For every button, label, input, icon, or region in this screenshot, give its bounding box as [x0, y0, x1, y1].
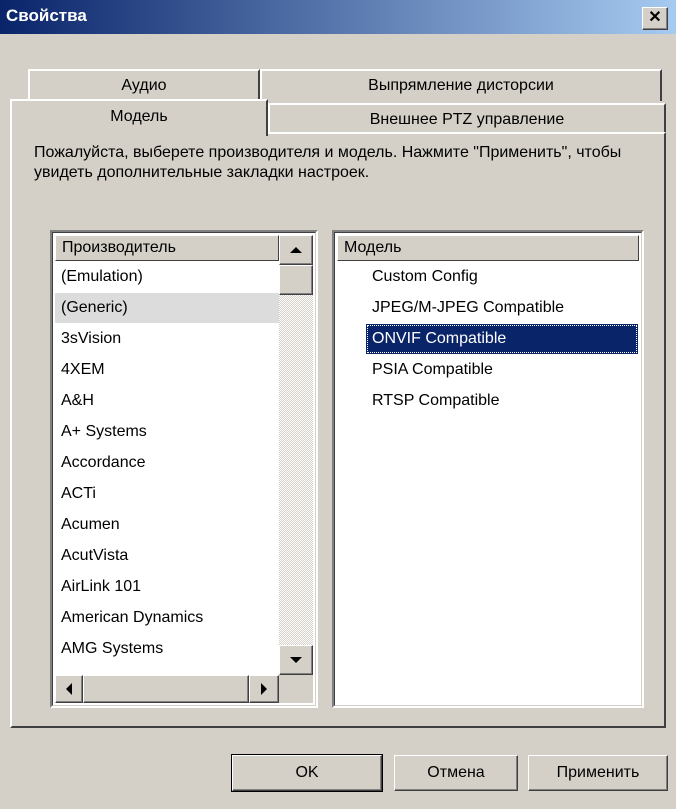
arrow-right-icon — [261, 683, 267, 695]
manufacturer-item[interactable]: AMG Systems — [55, 634, 279, 664]
tab-model-label: Модель — [110, 108, 168, 125]
arrow-down-icon — [290, 657, 302, 663]
cancel-button[interactable]: Отмена — [394, 755, 518, 791]
manufacturer-item[interactable]: American Dynamics — [55, 603, 279, 633]
tab-distortion-correction-label: Выпрямление дисторсии — [368, 77, 554, 94]
scroll-up-button[interactable] — [279, 235, 313, 265]
model-item[interactable]: RTSP Compatible — [366, 386, 638, 416]
model-item[interactable]: Custom Config — [366, 262, 638, 292]
tab-audio[interactable]: Аудио — [28, 69, 260, 101]
manufacturer-item[interactable]: Acumen — [55, 510, 279, 540]
window-title: Свойства — [6, 6, 87, 25]
scroll-right-button[interactable] — [249, 675, 279, 703]
model-column-header[interactable]: Модель — [337, 235, 639, 261]
close-button[interactable]: ✕ — [642, 7, 668, 30]
model-item[interactable]: JPEG/M-JPEG Compatible — [366, 293, 638, 323]
tab-external-ptz[interactable]: Внешнее PTZ управление — [268, 103, 666, 134]
manufacturer-item[interactable]: AirLink 101 — [55, 572, 279, 602]
apply-button[interactable]: Применить — [528, 755, 668, 791]
manufacturer-item[interactable]: AcutVista — [55, 541, 279, 571]
tab-distortion-correction[interactable]: Выпрямление дисторсии — [260, 69, 662, 101]
tab-external-ptz-label: Внешнее PTZ управление — [369, 111, 565, 128]
model-item[interactable]: PSIA Compatible — [366, 355, 638, 385]
manufacturer-item[interactable]: ACTi — [55, 479, 279, 509]
vertical-scroll-thumb[interactable] — [279, 265, 313, 295]
properties-dialog: Свойства ✕ Аудио Выпрямление дисторсии М… — [0, 0, 676, 809]
ok-button[interactable]: OK — [231, 754, 383, 792]
close-icon: ✕ — [648, 9, 662, 26]
manufacturer-item-selected[interactable]: (Generic) — [55, 293, 279, 323]
scroll-down-button[interactable] — [279, 645, 313, 675]
model-item-selected[interactable]: ONVIF Compatible — [366, 324, 638, 354]
scrollbar-corner — [279, 675, 313, 703]
manufacturer-item[interactable]: Accordance — [55, 448, 279, 478]
manufacturer-listbox[interactable]: Производитель (Emulation) (Generic) 3sVi… — [50, 230, 318, 708]
scroll-left-button[interactable] — [55, 675, 83, 703]
manufacturer-item[interactable]: A&H — [55, 386, 279, 416]
manufacturer-column-header[interactable]: Производитель — [55, 235, 279, 261]
model-tab-panel: Пожалуйста, выберете производителя и мод… — [10, 132, 666, 728]
arrow-up-icon — [290, 247, 302, 253]
manufacturer-vertical-scrollbar[interactable] — [279, 235, 313, 675]
tab-model[interactable]: Модель — [10, 99, 268, 136]
horizontal-scroll-thumb[interactable] — [83, 675, 249, 703]
arrow-left-icon — [66, 683, 72, 695]
instruction-text: Пожалуйста, выберете производителя и мод… — [34, 144, 622, 181]
manufacturer-item[interactable]: (Emulation) — [55, 262, 279, 292]
manufacturer-item[interactable]: 3sVision — [55, 324, 279, 354]
title-bar: Свойства ✕ — [0, 0, 676, 34]
manufacturer-item[interactable]: A+ Systems — [55, 417, 279, 447]
model-listbox[interactable]: Модель Custom Config JPEG/M-JPEG Compati… — [332, 230, 644, 708]
manufacturer-item[interactable]: 4XEM — [55, 355, 279, 385]
tab-audio-label: Аудио — [121, 77, 167, 94]
